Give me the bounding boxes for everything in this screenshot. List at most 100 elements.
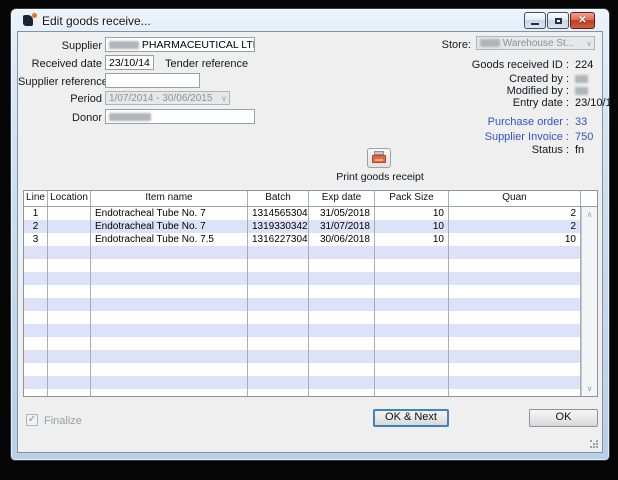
cell-quan — [449, 363, 581, 376]
close-button[interactable]: ✕ — [570, 12, 595, 29]
scroll-up-icon[interactable]: ∧ — [582, 208, 597, 221]
supplier-invoice-label: Supplier Invoice : — [348, 131, 569, 143]
cell-quan — [449, 311, 581, 324]
supplier-reference-field[interactable] — [105, 73, 200, 88]
table-row-empty[interactable] — [24, 285, 581, 298]
table-row-empty[interactable] — [24, 389, 581, 397]
cell-line: 3 — [24, 233, 48, 246]
ok-button[interactable]: OK — [529, 409, 598, 427]
store-label: Store: — [398, 39, 471, 51]
close-icon: ✕ — [578, 16, 586, 26]
supplier-invoice-value[interactable]: 750 — [575, 131, 593, 143]
table-row-empty[interactable] — [24, 324, 581, 337]
cell-item-name — [91, 363, 248, 376]
cell-location — [48, 311, 91, 324]
cell-exp-date — [309, 246, 375, 259]
table-row-empty[interactable] — [24, 311, 581, 324]
table-row-empty[interactable] — [24, 376, 581, 389]
donor-field[interactable] — [105, 109, 255, 124]
period-label: Period — [18, 93, 102, 105]
redacted-donor-value — [109, 113, 151, 121]
ok-next-button[interactable]: OK & Next — [373, 409, 449, 427]
cell-exp-date: 30/06/2018 — [309, 233, 375, 246]
column-header-spacer — [581, 191, 597, 206]
table-row-empty[interactable] — [24, 259, 581, 272]
dialog-window: Edit goods receive... ✕ Supplier PHARMAC… — [10, 8, 610, 461]
cell-exp-date — [309, 376, 375, 389]
table-row-empty[interactable] — [24, 298, 581, 311]
cell-line — [24, 376, 48, 389]
maximize-button[interactable] — [547, 12, 569, 29]
scroll-down-icon[interactable]: ∨ — [582, 382, 597, 395]
column-header-item-name[interactable]: Item name — [91, 191, 248, 206]
table-row-empty[interactable] — [24, 272, 581, 285]
modified-by-value — [575, 85, 588, 97]
detail-entry-date: Entry date :23/10/14 — [348, 97, 602, 109]
table-row-empty[interactable] — [24, 246, 581, 259]
cell-item-name — [91, 246, 248, 259]
goods-received-id-value: 224 — [575, 59, 593, 71]
cell-location — [48, 272, 91, 285]
received-date-field[interactable]: 23/10/14 — [105, 55, 154, 70]
purchase-order-value[interactable]: 33 — [575, 116, 587, 128]
resize-grip-icon[interactable] — [590, 440, 599, 449]
goods-received-lines-table: LineLocationItem nameBatchExp datePack S… — [23, 190, 598, 397]
cell-line — [24, 337, 48, 350]
cell-batch — [248, 389, 309, 397]
detail-created-by: Created by : — [348, 73, 602, 85]
created-by-label: Created by : — [348, 73, 569, 85]
table-row-line-3[interactable]: 3Endotracheal Tube No. 7.51316227304...3… — [24, 233, 581, 246]
cell-pack-size — [375, 350, 449, 363]
cell-line — [24, 298, 48, 311]
cell-item-name — [91, 298, 248, 311]
detail-modified-by: Modified by : — [348, 85, 602, 97]
column-header-pack-size[interactable]: Pack Size — [375, 191, 449, 206]
redacted-created-by — [575, 75, 588, 83]
column-header-batch[interactable]: Batch — [248, 191, 309, 206]
cell-exp-date — [309, 272, 375, 285]
supplier-field[interactable]: PHARMACEUTICAL LTD — [105, 37, 255, 52]
print-goods-receipt-button[interactable] — [367, 148, 391, 168]
cell-location — [48, 350, 91, 363]
cell-exp-date — [309, 298, 375, 311]
table-row-empty[interactable] — [24, 363, 581, 376]
minimize-button[interactable] — [524, 12, 546, 29]
modified-by-label: Modified by : — [348, 85, 569, 97]
table-row-empty[interactable] — [24, 350, 581, 363]
printer-icon — [372, 151, 386, 164]
cell-line — [24, 311, 48, 324]
cell-location — [48, 220, 91, 233]
vertical-scrollbar[interactable]: ∧ ∨ — [581, 207, 597, 396]
column-header-location[interactable]: Location — [48, 191, 91, 206]
redacted-modified-by — [575, 87, 588, 95]
minimize-icon — [531, 23, 539, 25]
cell-batch: 1319330342x — [248, 220, 309, 233]
cell-location — [48, 246, 91, 259]
cell-location — [48, 233, 91, 246]
supplier-reference-label: Supplier reference — [18, 76, 102, 88]
cell-quan — [449, 298, 581, 311]
cell-batch — [248, 363, 309, 376]
cell-item-name — [91, 350, 248, 363]
cell-exp-date — [309, 259, 375, 272]
table-body: 1Endotracheal Tube No. 71314565304...31/… — [24, 207, 581, 396]
column-header-quan[interactable]: Quan — [449, 191, 581, 206]
column-header-line[interactable]: Line — [24, 191, 48, 206]
cell-exp-date — [309, 337, 375, 350]
cell-quan — [449, 389, 581, 397]
cell-item-name: Endotracheal Tube No. 7 — [91, 207, 248, 220]
cell-quan — [449, 246, 581, 259]
cell-item-name — [91, 311, 248, 324]
chevron-down-icon: ∨ — [586, 38, 592, 50]
table-row-line-2[interactable]: 2Endotracheal Tube No. 71319330342x31/07… — [24, 220, 581, 233]
table-row-line-1[interactable]: 1Endotracheal Tube No. 71314565304...31/… — [24, 207, 581, 220]
cell-quan — [449, 272, 581, 285]
cell-line — [24, 285, 48, 298]
cell-line — [24, 246, 48, 259]
cell-location — [48, 324, 91, 337]
cell-item-name — [91, 324, 248, 337]
table-row-empty[interactable] — [24, 337, 581, 350]
tender-reference-label: Tender reference — [165, 58, 248, 70]
column-header-exp-date[interactable]: Exp date — [309, 191, 375, 206]
entry-date-value: 23/10/14 — [575, 97, 618, 109]
